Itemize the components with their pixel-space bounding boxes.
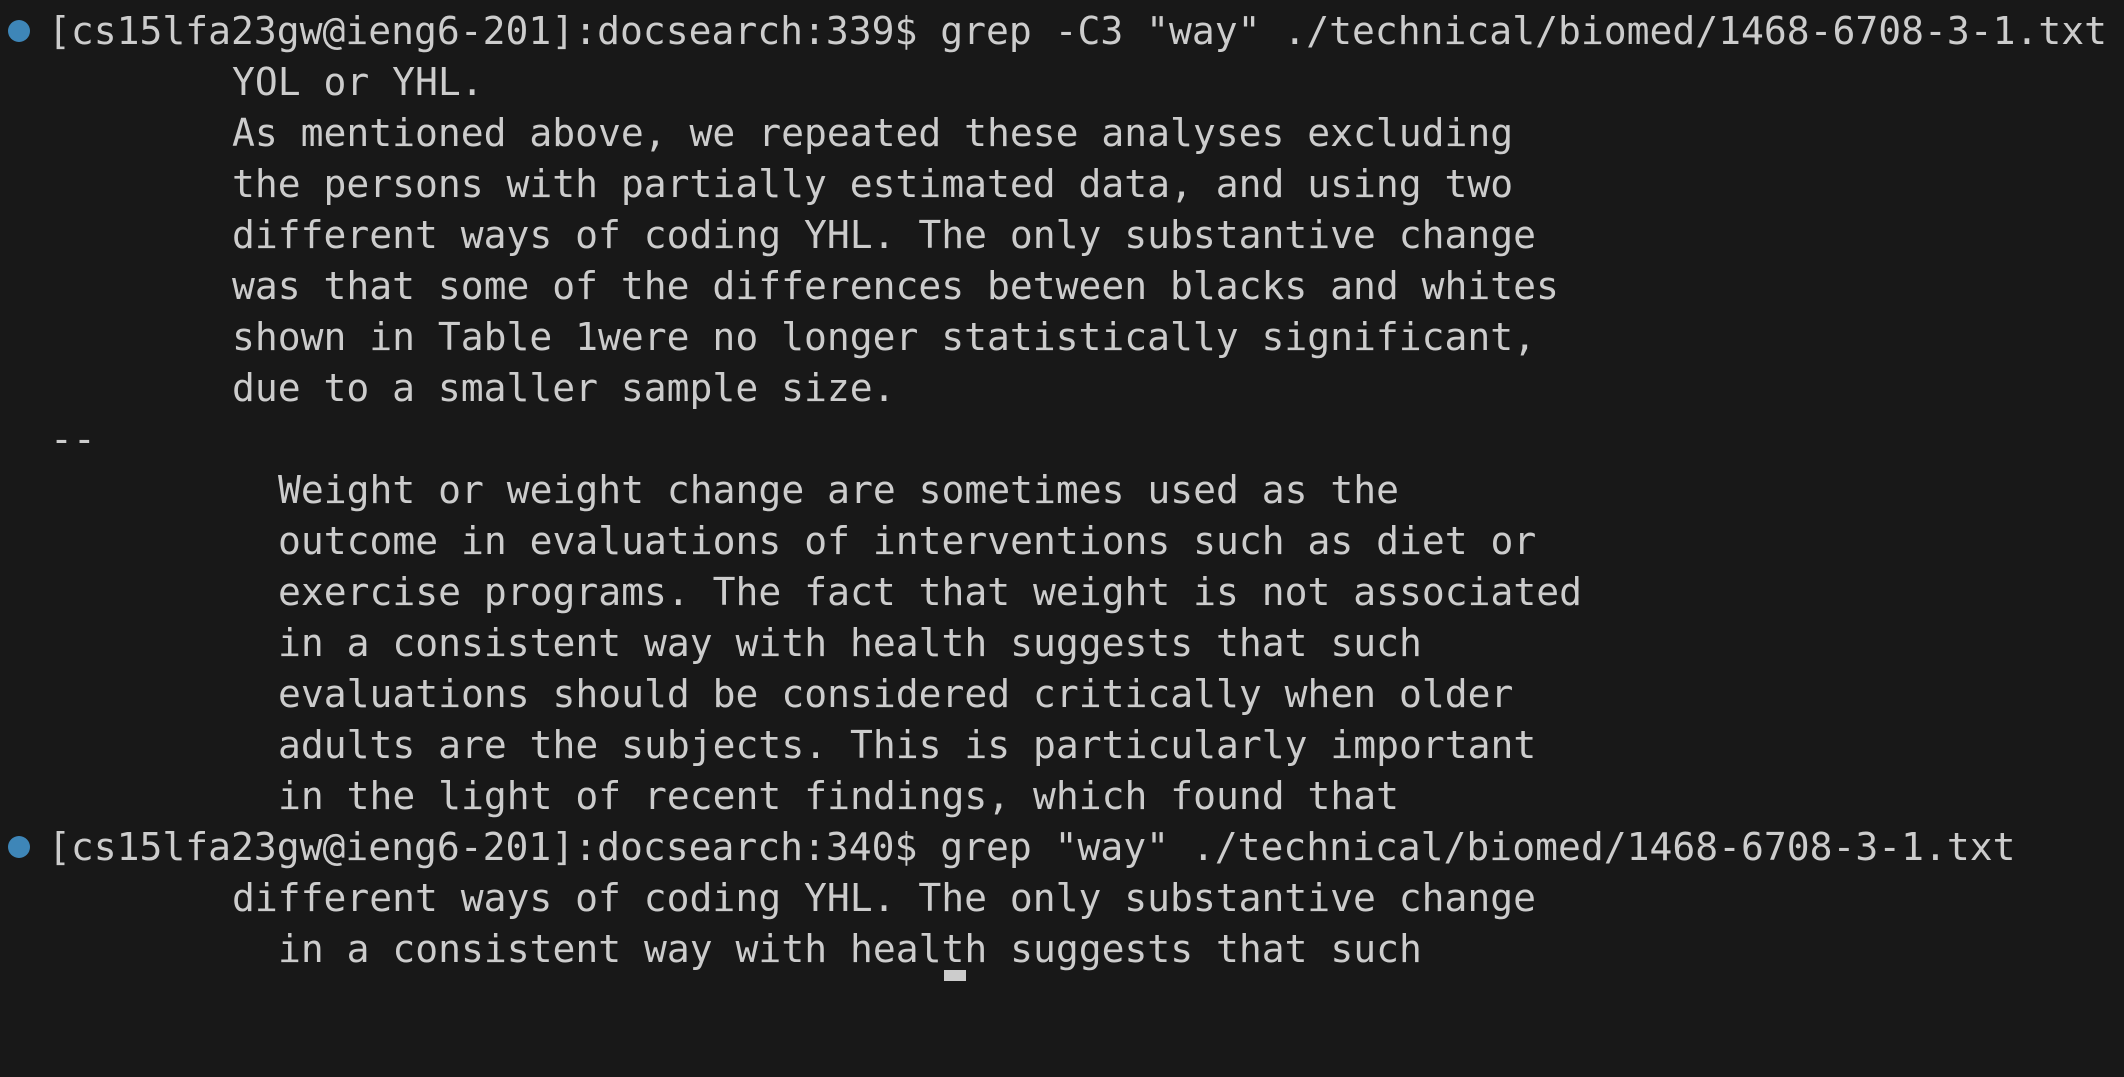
output-text: due to a smaller sample size. [232, 366, 896, 410]
output-line: shown in Table 1were no longer statistic… [0, 312, 1536, 363]
output-line: was that some of the differences between… [0, 261, 1559, 312]
output-text: outcome in evaluations of interventions … [278, 519, 1537, 563]
output-line: evaluations should be considered critica… [0, 669, 1513, 720]
output-line: exercise programs. The fact that weight … [0, 567, 1582, 618]
terminal-cursor [944, 970, 966, 981]
output-text: the persons with partially estimated dat… [232, 162, 1514, 206]
output-text: different ways of coding YHL. The only s… [232, 213, 1537, 257]
output-line: As mentioned above, we repeated these an… [0, 108, 1513, 159]
output-line: due to a smaller sample size. [0, 363, 895, 414]
output-text: in a consistent way with health suggests… [278, 927, 1422, 971]
terminal-panel[interactable]: [cs15lfa23gw@ieng6-201]:docsearch:339$ g… [0, 0, 2124, 981]
output-text: Weight or weight change are sometimes us… [278, 468, 1400, 512]
output-line: outcome in evaluations of interventions … [0, 516, 1536, 567]
output-text: in a consistent way with health suggests… [278, 621, 1422, 665]
command-status-dot-icon[interactable] [8, 20, 30, 42]
command-line: [cs15lfa23gw@ieng6-201]:docsearch:339$ g… [0, 6, 2124, 57]
output-line: adults are the subjects. This is particu… [0, 720, 1536, 771]
grep-separator: -- [0, 414, 96, 465]
output-text: As mentioned above, we repeated these an… [232, 111, 1514, 155]
output-line: different ways of coding YHL. The only s… [0, 210, 1536, 261]
output-text: was that some of the differences between… [232, 264, 1559, 308]
output-text: in the light of recent findings, which f… [278, 774, 1400, 818]
output-text: YOL or YHL. [232, 60, 484, 104]
output-line: in a consistent way with health suggests… [0, 924, 1422, 975]
output-line: in a consistent way with health suggests… [0, 618, 1422, 669]
output-text: adults are the subjects. This is particu… [278, 723, 1537, 767]
prompt-command-text: [cs15lfa23gw@ieng6-201]:docsearch:340$ g… [48, 825, 2016, 869]
output-line: YOL or YHL. [0, 57, 484, 108]
output-text: evaluations should be considered critica… [278, 672, 1514, 716]
separator-text: -- [50, 417, 96, 461]
command-status-dot-icon[interactable] [8, 836, 30, 858]
output-text: shown in Table 1were no longer statistic… [232, 315, 1537, 359]
command-line: [cs15lfa23gw@ieng6-201]:docsearch:340$ g… [0, 822, 2124, 873]
output-line: different ways of coding YHL. The only s… [0, 873, 1536, 924]
output-text: different ways of coding YHL. The only s… [232, 876, 1537, 920]
prompt-command-text: [cs15lfa23gw@ieng6-201]:docsearch:339$ g… [48, 9, 2108, 53]
output-text: exercise programs. The fact that weight … [278, 570, 1583, 614]
output-line: Weight or weight change are sometimes us… [0, 465, 1399, 516]
output-line: in the light of recent findings, which f… [0, 771, 1399, 822]
output-line: the persons with partially estimated dat… [0, 159, 1513, 210]
